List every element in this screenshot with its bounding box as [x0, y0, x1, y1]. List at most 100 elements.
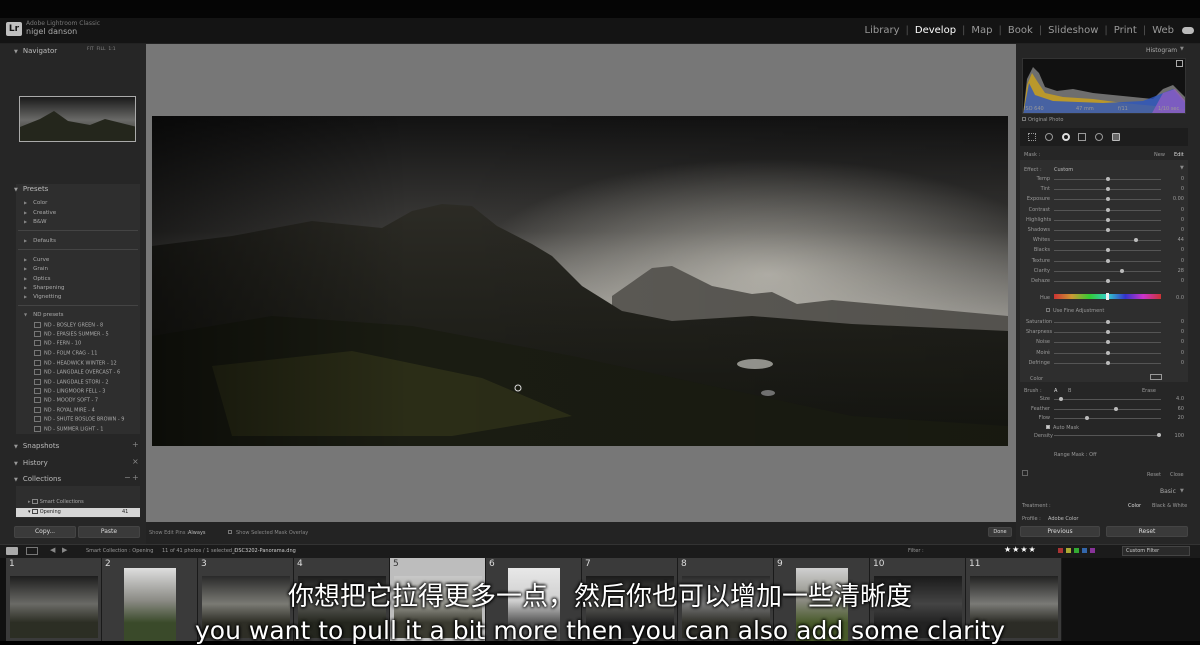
brush-a[interactable]: A	[1054, 388, 1057, 394]
preset-item[interactable]: ND - FERN - 10	[34, 340, 81, 347]
slider-knob[interactable]	[1106, 320, 1110, 324]
navigator-header[interactable]: Navigator	[14, 47, 57, 55]
module-map[interactable]: Map	[965, 25, 998, 36]
basic-header[interactable]: Basic	[1160, 488, 1176, 495]
done-button[interactable]: Done	[988, 527, 1012, 537]
secondary-display-icon[interactable]	[6, 547, 18, 555]
grid-view-icon[interactable]	[26, 547, 38, 555]
slider-track[interactable]	[1054, 350, 1161, 355]
slider-track[interactable]	[1054, 238, 1161, 243]
slider-track[interactable]	[1054, 217, 1161, 222]
filmstrip-source[interactable]: Smart Collection : Opening	[86, 548, 153, 554]
preset-group-bw[interactable]: B&W	[24, 219, 47, 225]
preset-item[interactable]: ND - LANGDALE OVERCAST - 6	[34, 369, 120, 376]
history-header[interactable]: History	[14, 459, 48, 467]
clear-history-icon[interactable]: ×	[132, 457, 139, 466]
slider-track[interactable]	[1054, 187, 1161, 192]
photo-image[interactable]	[152, 116, 1008, 446]
previous-button[interactable]: Previous	[1020, 526, 1100, 537]
slider-track[interactable]	[1054, 320, 1161, 324]
adjustment-brush-icon[interactable]	[1112, 133, 1120, 141]
preset-item[interactable]: ND - HEADWICK WINTER - 12	[34, 360, 117, 367]
snapshots-header[interactable]: Snapshots	[14, 442, 59, 450]
paste-button[interactable]: Paste	[78, 526, 140, 538]
preset-item[interactable]: ND - BOSLEY GREEN - 8	[34, 322, 103, 329]
preset-group-optics[interactable]: Optics	[24, 276, 50, 282]
blue-label-icon[interactable]	[1082, 548, 1087, 553]
back-icon[interactable]: ◀	[50, 546, 55, 554]
color-swatch[interactable]	[1150, 374, 1162, 380]
yellow-label-icon[interactable]	[1066, 548, 1071, 553]
mask-new[interactable]: New	[1154, 152, 1165, 158]
collection-opening[interactable]: ▾ Opening	[28, 509, 61, 515]
slider-track[interactable]	[1054, 207, 1161, 212]
basic-collapse-icon[interactable]: ▼	[1180, 488, 1184, 494]
slider-track[interactable]	[1054, 197, 1161, 202]
cloud-sync-icon[interactable]	[1182, 27, 1194, 34]
slider-track[interactable]	[1054, 268, 1161, 273]
original-photo-checkbox[interactable]	[1022, 117, 1026, 121]
histogram-collapse-icon[interactable]: ▼	[1180, 46, 1184, 52]
preset-item[interactable]: ND - SHUTE BOSLOE BROWN - 9	[34, 416, 124, 423]
preset-group-nd[interactable]: ▼ ND presets	[24, 312, 63, 318]
spot-removal-icon[interactable]	[1045, 133, 1053, 141]
slider-track[interactable]	[1054, 228, 1161, 232]
profile-select[interactable]: Adobe Color	[1048, 516, 1078, 522]
slider-knob[interactable]	[1106, 350, 1110, 355]
module-book[interactable]: Book	[1002, 25, 1039, 36]
zoom-fill[interactable]: FILL	[97, 47, 106, 52]
effect-collapse-icon[interactable]: ▼	[1180, 165, 1184, 171]
copy-button[interactable]: Copy...	[14, 526, 76, 538]
red-eye-icon[interactable]	[1095, 133, 1103, 141]
slider-track[interactable]	[1054, 360, 1161, 365]
module-slideshow[interactable]: Slideshow	[1042, 25, 1104, 36]
preset-group-creative[interactable]: Creative	[24, 210, 56, 216]
overlay-checkbox[interactable]	[228, 530, 232, 534]
slider-knob[interactable]	[1106, 207, 1110, 212]
slider-knob[interactable]	[1085, 416, 1089, 420]
density-slider[interactable]	[1054, 433, 1161, 437]
preset-group-grain[interactable]: Grain	[24, 266, 48, 272]
presets-header[interactable]: Presets	[14, 185, 48, 193]
mask-edit[interactable]: Edit	[1174, 152, 1184, 158]
navigator-zoom-options[interactable]: FIT FILL 1:1	[87, 47, 116, 52]
slider-knob[interactable]	[1106, 360, 1110, 365]
purple-label-icon[interactable]	[1090, 548, 1095, 553]
slider-track[interactable]	[1054, 330, 1161, 335]
slider-track[interactable]	[1054, 279, 1161, 283]
module-develop[interactable]: Develop	[909, 25, 962, 36]
histogram-header[interactable]: Histogram	[1146, 47, 1177, 54]
preset-item[interactable]: ND - SUMMER LIGHT - 1	[34, 426, 103, 433]
zoom-fit[interactable]: FIT	[87, 47, 94, 52]
edit-pins-select[interactable]: Always	[188, 530, 206, 536]
range-mask[interactable]: Range Mask : Off	[1054, 452, 1097, 458]
add-snapshot-icon[interactable]: +	[132, 440, 139, 449]
preset-item[interactable]: ND - LANGDALE STORI - 2	[34, 379, 109, 386]
zoom-1-1[interactable]: 1:1	[108, 47, 115, 52]
color-label-filter[interactable]	[1058, 548, 1095, 553]
slider-knob[interactable]	[1114, 406, 1118, 411]
preset-group-color[interactable]: Color	[24, 200, 47, 206]
graduated-filter-icon[interactable]	[1078, 133, 1086, 141]
preset-group-vignetting[interactable]: Vignetting	[24, 294, 61, 300]
module-print[interactable]: Print	[1108, 25, 1143, 36]
collections-header[interactable]: Collections	[14, 475, 61, 483]
mask-reset[interactable]: Reset	[1147, 472, 1161, 478]
crop-tool-icon[interactable]	[1028, 133, 1036, 141]
slider-track[interactable]	[1054, 416, 1161, 420]
slider-knob[interactable]	[1120, 268, 1124, 273]
slider-knob[interactable]	[1106, 177, 1110, 181]
preset-item[interactable]: ND - EPASIES SUMMER - 5	[34, 331, 109, 338]
brush-erase[interactable]: Erase	[1142, 388, 1156, 394]
preset-item[interactable]: ND - LINGMOOR FELL - 3	[34, 388, 105, 395]
custom-filter-select[interactable]: Custom Filter	[1122, 546, 1190, 556]
preset-item[interactable]: ND - FOLM CRAG - 11	[34, 350, 97, 357]
green-label-icon[interactable]	[1074, 548, 1079, 553]
preset-item[interactable]: ND - ROYAL MIRE - 4	[34, 407, 95, 414]
effect-select[interactable]: Custom	[1054, 167, 1073, 173]
slider-track[interactable]	[1054, 258, 1161, 263]
preset-group-defaults[interactable]: Defaults	[24, 238, 56, 244]
red-label-icon[interactable]	[1058, 548, 1063, 553]
reset-button[interactable]: Reset	[1106, 526, 1188, 537]
brush-b[interactable]: B	[1068, 388, 1071, 394]
